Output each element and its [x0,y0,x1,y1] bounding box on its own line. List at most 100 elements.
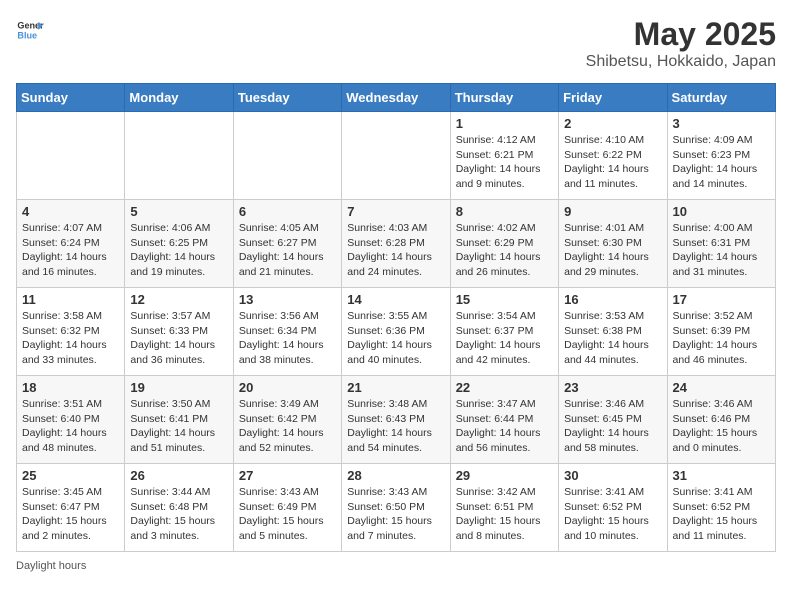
day-info: Sunrise: 3:57 AMSunset: 6:33 PMDaylight:… [130,309,227,368]
header-monday: Monday [125,84,233,112]
day-number: 31 [673,468,770,483]
day-info: Sunrise: 3:46 AMSunset: 6:46 PMDaylight:… [673,397,770,456]
day-number: 13 [239,292,336,307]
calendar-header: Sunday Monday Tuesday Wednesday Thursday… [17,84,776,112]
day-info: Sunrise: 3:54 AMSunset: 6:37 PMDaylight:… [456,309,553,368]
day-info: Sunrise: 3:43 AMSunset: 6:50 PMDaylight:… [347,485,444,544]
day-info: Sunrise: 3:46 AMSunset: 6:45 PMDaylight:… [564,397,661,456]
day-number: 6 [239,204,336,219]
day-info: Sunrise: 3:45 AMSunset: 6:47 PMDaylight:… [22,485,119,544]
header-wednesday: Wednesday [342,84,450,112]
svg-text:Blue: Blue [17,30,37,40]
day-number: 21 [347,380,444,395]
calendar-cell: 30Sunrise: 3:41 AMSunset: 6:52 PMDayligh… [559,464,667,552]
day-number: 18 [22,380,119,395]
day-number: 17 [673,292,770,307]
day-number: 27 [239,468,336,483]
calendar-cell: 16 Sunrise: 3:53 AMSunset: 6:38 PMDayligh… [559,288,667,376]
calendar-cell [125,112,233,200]
footer: Daylight hours [16,560,776,572]
page-header: General Blue May 2025 Shibetsu, Hokkaido… [16,16,776,71]
day-number: 9 [564,204,661,219]
calendar-cell: 21Sunrise: 3:48 AMSunset: 6:43 PMDayligh… [342,376,450,464]
logo: General Blue [16,16,44,44]
calendar-cell: 17Sunrise: 3:52 AMSunset: 6:39 PMDayligh… [667,288,775,376]
day-number: 5 [130,204,227,219]
location: Shibetsu, Hokkaido, Japan [586,53,776,71]
month-title: May 2025 [586,16,776,53]
day-number: 3 [673,116,770,131]
calendar-cell: 18 Sunrise: 3:51 AMSunset: 6:40 PMDayligh… [17,376,125,464]
day-info: Sunrise: 3:43 AMSunset: 6:49 PMDaylight:… [239,485,336,544]
calendar-cell: 4Sunrise: 4:07 AMSunset: 6:24 PMDaylight… [17,200,125,288]
day-info: Sunrise: 4:09 AMSunset: 6:23 PMDaylight:… [673,133,770,192]
day-info: Sunrise: 3:44 AMSunset: 6:48 PMDaylight:… [130,485,227,544]
calendar-week-4: 25 Sunrise: 3:45 AMSunset: 6:47 PMDayligh… [17,464,776,552]
day-number: 7 [347,204,444,219]
day-info: Sunrise: 3:51 AMSunset: 6:40 PMDaylight:… [22,397,119,456]
calendar-cell: 25 Sunrise: 3:45 AMSunset: 6:47 PMDayligh… [17,464,125,552]
day-number: 16 [564,292,661,307]
day-info: Sunrise: 4:00 AMSunset: 6:31 PMDaylight:… [673,221,770,280]
calendar-cell: 12 Sunrise: 3:57 AMSunset: 6:33 PMDayligh… [125,288,233,376]
day-number: 29 [456,468,553,483]
calendar-cell: 22Sunrise: 3:47 AMSunset: 6:44 PMDayligh… [450,376,558,464]
day-number: 12 [130,292,227,307]
calendar-cell: 5 Sunrise: 4:06 AMSunset: 6:25 PMDaylight… [125,200,233,288]
day-info: Sunrise: 4:01 AMSunset: 6:30 PMDaylight:… [564,221,661,280]
calendar-cell: 26Sunrise: 3:44 AMSunset: 6:48 PMDayligh… [125,464,233,552]
day-number: 11 [22,292,119,307]
calendar-cell: 11 Sunrise: 3:58 AMSunset: 6:32 PMDayligh… [17,288,125,376]
day-info: Sunrise: 3:55 AMSunset: 6:36 PMDaylight:… [347,309,444,368]
day-info: Sunrise: 3:53 AMSunset: 6:38 PMDaylight:… [564,309,661,368]
day-number: 10 [673,204,770,219]
calendar-week-1: 4Sunrise: 4:07 AMSunset: 6:24 PMDaylight… [17,200,776,288]
calendar-cell: 23 Sunrise: 3:46 AMSunset: 6:45 PMDayligh… [559,376,667,464]
day-number: 2 [564,116,661,131]
calendar-cell: 31 Sunrise: 3:41 AMSunset: 6:52 PMDayligh… [667,464,775,552]
header-thursday: Thursday [450,84,558,112]
calendar-cell: 19 Sunrise: 3:50 AMSunset: 6:41 PMDayligh… [125,376,233,464]
calendar-week-0: 1 Sunrise: 4:12 AMSunset: 6:21 PMDaylight… [17,112,776,200]
day-info: Sunrise: 3:47 AMSunset: 6:44 PMDaylight:… [456,397,553,456]
day-number: 19 [130,380,227,395]
day-number: 4 [22,204,119,219]
calendar-cell: 28 Sunrise: 3:43 AMSunset: 6:50 PMDayligh… [342,464,450,552]
day-number: 23 [564,380,661,395]
day-info: Sunrise: 3:41 AMSunset: 6:52 PMDaylight:… [673,485,770,544]
calendar-week-3: 18 Sunrise: 3:51 AMSunset: 6:40 PMDayligh… [17,376,776,464]
calendar-cell: 8Sunrise: 4:02 AMSunset: 6:29 PMDaylight… [450,200,558,288]
calendar-cell: 3 Sunrise: 4:09 AMSunset: 6:23 PMDaylight… [667,112,775,200]
day-info: Sunrise: 3:42 AMSunset: 6:51 PMDaylight:… [456,485,553,544]
day-info: Sunrise: 3:58 AMSunset: 6:32 PMDaylight:… [22,309,119,368]
calendar-cell: 7Sunrise: 4:03 AMSunset: 6:28 PMDaylight… [342,200,450,288]
header-tuesday: Tuesday [233,84,341,112]
header-saturday: Saturday [667,84,775,112]
day-info: Sunrise: 4:12 AMSunset: 6:21 PMDaylight:… [456,133,553,192]
header-row: Sunday Monday Tuesday Wednesday Thursday… [17,84,776,112]
title-block: May 2025 Shibetsu, Hokkaido, Japan [586,16,776,71]
calendar-cell: 1 Sunrise: 4:12 AMSunset: 6:21 PMDaylight… [450,112,558,200]
calendar-table: Sunday Monday Tuesday Wednesday Thursday… [16,83,776,552]
header-sunday: Sunday [17,84,125,112]
day-info: Sunrise: 3:49 AMSunset: 6:42 PMDaylight:… [239,397,336,456]
calendar-cell [233,112,341,200]
day-number: 20 [239,380,336,395]
header-friday: Friday [559,84,667,112]
day-info: Sunrise: 4:10 AMSunset: 6:22 PMDaylight:… [564,133,661,192]
day-number: 1 [456,116,553,131]
calendar-cell: 13Sunrise: 3:56 AMSunset: 6:34 PMDayligh… [233,288,341,376]
day-number: 14 [347,292,444,307]
day-info: Sunrise: 3:50 AMSunset: 6:41 PMDaylight:… [130,397,227,456]
calendar-cell: 24Sunrise: 3:46 AMSunset: 6:46 PMDayligh… [667,376,775,464]
day-number: 25 [22,468,119,483]
calendar-cell: 6Sunrise: 4:05 AMSunset: 6:27 PMDaylight… [233,200,341,288]
calendar-cell: 29 Sunrise: 3:42 AMSunset: 6:51 PMDayligh… [450,464,558,552]
day-number: 28 [347,468,444,483]
calendar-body: 1 Sunrise: 4:12 AMSunset: 6:21 PMDaylight… [17,112,776,552]
day-info: Sunrise: 4:06 AMSunset: 6:25 PMDaylight:… [130,221,227,280]
calendar-cell [17,112,125,200]
calendar-cell: 2 Sunrise: 4:10 AMSunset: 6:22 PMDaylight… [559,112,667,200]
calendar-cell: 27 Sunrise: 3:43 AMSunset: 6:49 PMDayligh… [233,464,341,552]
logo-icon: General Blue [16,16,44,44]
